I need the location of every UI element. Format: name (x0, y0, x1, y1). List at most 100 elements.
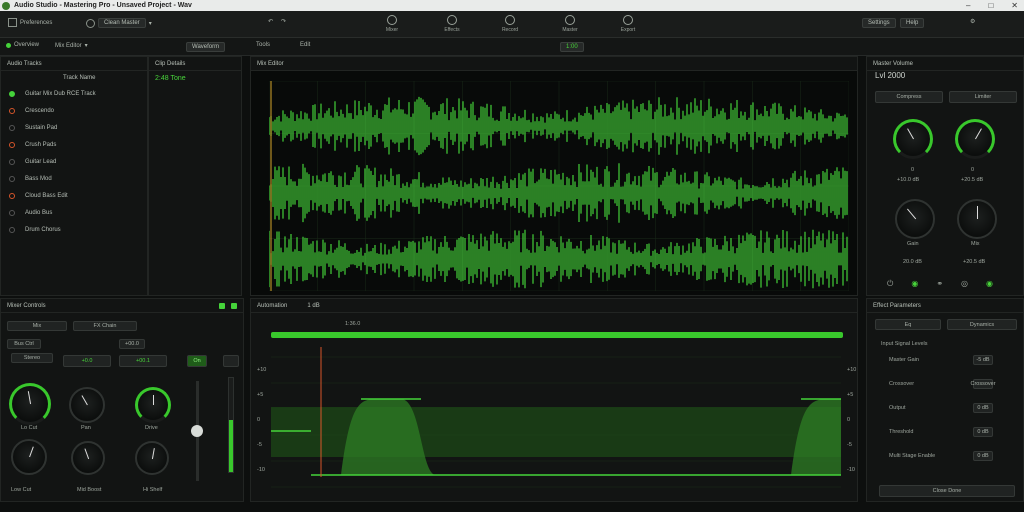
toolbar-record[interactable]: Record (498, 15, 522, 34)
gain-knob[interactable] (895, 199, 935, 239)
waveform-display[interactable] (269, 81, 849, 291)
effect-param-label: Multi Stage Enable (889, 453, 936, 459)
fx-chain-tab[interactable]: FX Chain (73, 321, 137, 331)
track-status-icon[interactable] (9, 175, 15, 182)
mix-knob[interactable] (957, 199, 997, 239)
on-icon[interactable]: ◉ (986, 279, 993, 289)
effects-section-title: Input Signal Levels (881, 341, 928, 347)
db-tick-label: +10 (257, 367, 267, 373)
tools-menu[interactable]: Tools (256, 42, 270, 48)
link-icon[interactable]: ⚭ (936, 279, 943, 289)
track-status-icon[interactable] (9, 226, 15, 233)
chevron-down-icon: ▾ (148, 20, 152, 27)
track-row[interactable]: Sustain Pad (1, 119, 147, 136)
zoom-readout[interactable]: 1:00 (560, 42, 584, 52)
dynamics-tab[interactable]: Dynamics (947, 319, 1017, 330)
status-icon (6, 42, 11, 48)
master-icon (565, 15, 575, 25)
effect-param-value[interactable]: 0 dB (973, 403, 993, 413)
limiter-knob[interactable] (955, 119, 995, 159)
effect-param-value[interactable]: 0 dB (973, 451, 993, 461)
db-tick-label: -10 (257, 467, 265, 473)
track-status-icon[interactable] (9, 158, 15, 165)
mixer-icon (387, 15, 397, 25)
mid2-knob[interactable] (71, 441, 105, 475)
eq-tab[interactable]: Eq (875, 319, 941, 330)
track-status-icon[interactable] (9, 141, 15, 148)
project-selector[interactable]: Clean Master ▾ (86, 18, 152, 28)
limiter-button[interactable]: Limiter (949, 91, 1017, 103)
bus-ctrl-button[interactable]: Bus Ctrl (7, 339, 41, 349)
mid-knob[interactable] (11, 439, 47, 475)
clip-name-row[interactable]: 2:48 Tone (149, 71, 241, 86)
effects-panel: Effect Parameters Eq Dynamics Input Sign… (866, 298, 1024, 502)
stereo-button[interactable]: Stereo (11, 353, 53, 363)
compress-button[interactable]: Compress (875, 91, 943, 103)
automation-curve[interactable] (271, 347, 851, 497)
effect-param-label: Threshold (889, 429, 914, 435)
active-icon[interactable]: ◉ (911, 279, 918, 289)
waveform-panel: Mix Editor (250, 56, 858, 296)
track-row[interactable]: Crush Pads (1, 136, 147, 153)
maximize-button[interactable]: □ (988, 1, 993, 10)
track-row[interactable]: Guitar Lead (1, 153, 147, 170)
edit-menu[interactable]: Edit (300, 42, 310, 48)
help-button[interactable]: Help (900, 18, 925, 28)
redo-icon[interactable]: ↷ (281, 18, 286, 25)
overview-button[interactable]: Overview (6, 42, 39, 48)
clip-panel-header: Clip Details (149, 57, 241, 71)
share-icon[interactable]: ⚙ (970, 18, 975, 25)
track-status-icon[interactable] (9, 90, 15, 97)
track-row[interactable]: Bass Mod (1, 170, 147, 187)
compress-knob[interactable] (893, 119, 933, 159)
channel-menu-button[interactable] (223, 355, 239, 367)
mid3-knob[interactable] (135, 441, 169, 475)
lo-cut-knob[interactable] (9, 383, 51, 425)
db-tick-label-right: 0 (847, 417, 851, 423)
track-status-icon[interactable] (9, 209, 15, 216)
track-row[interactable]: Crescendo (1, 102, 147, 119)
effect-param-value[interactable]: Crossover (970, 379, 996, 389)
track-row[interactable]: Audio Bus (1, 204, 147, 221)
master-title: Lvl 2000 (875, 71, 906, 80)
readout-a: +0.0 (63, 355, 111, 367)
track-row[interactable]: Guitar Mix Dub RCE Track (1, 85, 147, 102)
file-menu[interactable]: Preferences (8, 18, 52, 27)
pan-knob[interactable] (69, 387, 105, 423)
power-icon[interactable]: ⏻ (887, 279, 893, 289)
track-row[interactable]: Drum Chorus (1, 221, 147, 238)
refresh-icon (86, 18, 95, 28)
close-done-button[interactable]: Close Done (879, 485, 1015, 497)
readout-c: +00.0 (119, 339, 145, 349)
db-tick-label-right: +10 (847, 367, 857, 373)
channel-on-button[interactable]: On (187, 355, 207, 367)
toolbar-mixer[interactable]: Mixer (380, 15, 404, 34)
record-icon (505, 15, 515, 25)
chevron-down-icon: ▾ (84, 43, 88, 49)
toolbar-effects[interactable]: Effects (440, 15, 464, 34)
track-status-icon[interactable] (9, 124, 15, 131)
close-button[interactable]: ✕ (1011, 1, 1018, 10)
settings-button[interactable]: Settings (862, 18, 896, 28)
drive-knob[interactable] (135, 387, 171, 423)
db-tick-label: 0 (257, 417, 261, 423)
db-tick-label-right: -10 (847, 467, 855, 473)
track-name: Guitar Mix Dub RCE Track (25, 90, 96, 97)
toolbar-export[interactable]: Export (616, 15, 640, 34)
fader-handle[interactable] (191, 425, 203, 437)
mix-editor-button[interactable]: Mix Editor ▾ (55, 42, 88, 50)
effect-param-value[interactable]: 0 dB (973, 427, 993, 437)
track-status-icon[interactable] (9, 192, 15, 199)
footer-mid-boost: Mid Boost (77, 487, 102, 493)
toolbar-master[interactable]: Master (558, 15, 582, 34)
minimize-button[interactable]: – (966, 1, 970, 10)
effect-param-value[interactable]: -5 dB (973, 355, 993, 365)
undo-icon[interactable]: ↶ (268, 18, 273, 25)
clip-panel: Clip Details 2:48 Tone (148, 56, 242, 296)
track-status-icon[interactable] (9, 107, 15, 114)
track-row[interactable]: Cloud Bass Edit (1, 187, 147, 204)
mix-tab[interactable]: Mix (7, 321, 67, 331)
automation-progress[interactable] (271, 332, 843, 338)
mode-selector[interactable]: Waveform (186, 42, 226, 52)
target-icon[interactable]: ◎ (961, 279, 968, 289)
